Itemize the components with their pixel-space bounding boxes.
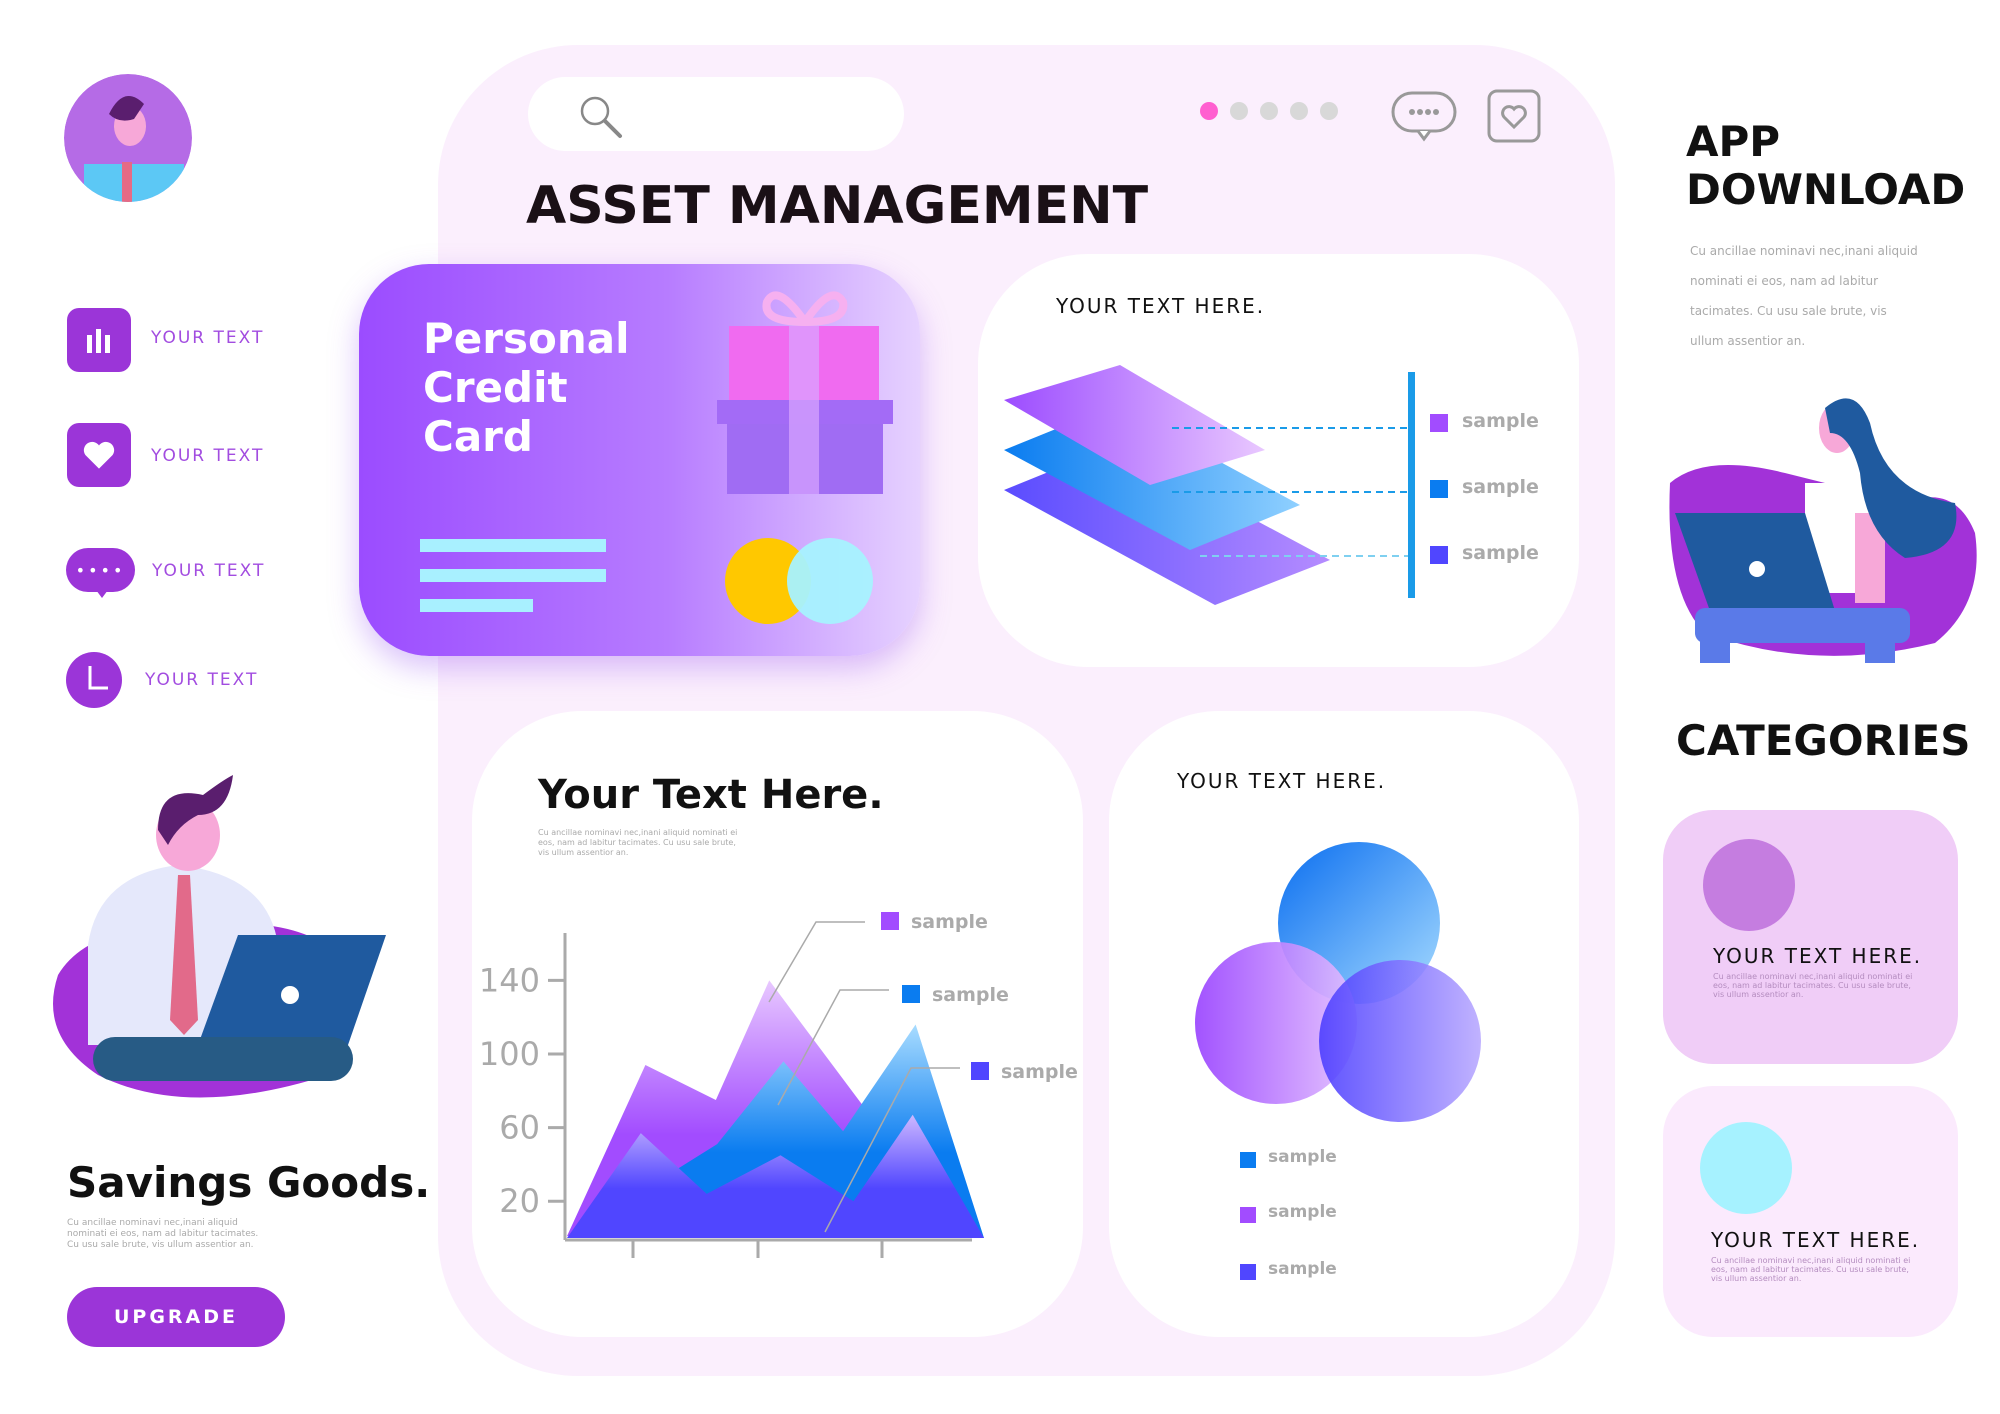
legend-swatch	[902, 985, 920, 1003]
category-title: YOUR TEXT HERE.	[1711, 1228, 1921, 1252]
legend-swatch	[1240, 1264, 1256, 1280]
legend-label: sample	[932, 984, 1009, 1006]
legend-swatch	[881, 912, 899, 930]
venn-card-title: YOUR TEXT HERE.	[1177, 769, 1387, 793]
categories-title: CATEGORIES	[1676, 716, 1971, 765]
category-body: Cu ancillae nominavi nec,inani aliquid n…	[1713, 972, 1913, 999]
legend-label: sample	[1001, 1061, 1078, 1083]
legend-label: sample	[1268, 1259, 1337, 1279]
legend-swatch	[971, 1062, 989, 1080]
app-download-body: Cu ancillae nominavi nec,inani aliquid n…	[1690, 244, 1918, 348]
category-card[interactable]: YOUR TEXT HERE. Cu ancillae nominavi nec…	[1663, 810, 1958, 1064]
category-card[interactable]: YOUR TEXT HERE. Cu ancillae nominavi nec…	[1663, 1086, 1958, 1337]
y-tick-label: 140	[479, 961, 540, 999]
title-line: DOWNLOAD	[1686, 165, 1966, 214]
app-download-title: APP DOWNLOAD	[1686, 118, 1965, 214]
category-body: Cu ancillae nominavi nec,inani aliquid n…	[1711, 1256, 1911, 1283]
legend-label: sample	[1268, 1202, 1337, 1222]
venn-diagram	[1195, 842, 1481, 1122]
y-tick-label: 60	[499, 1109, 540, 1147]
legend-swatch	[1240, 1207, 1256, 1223]
legend-swatch	[1240, 1152, 1256, 1168]
title-line: APP	[1686, 117, 1781, 166]
legend-label: sample	[911, 911, 988, 933]
y-tick-label: 20	[499, 1182, 540, 1220]
category-icon	[1703, 839, 1795, 931]
legend-label: sample	[1268, 1147, 1337, 1167]
category-icon	[1700, 1122, 1792, 1214]
y-tick-label: 100	[479, 1035, 540, 1073]
woman-laptop-illustration	[1669, 398, 1977, 663]
category-title: YOUR TEXT HERE.	[1713, 944, 1923, 968]
